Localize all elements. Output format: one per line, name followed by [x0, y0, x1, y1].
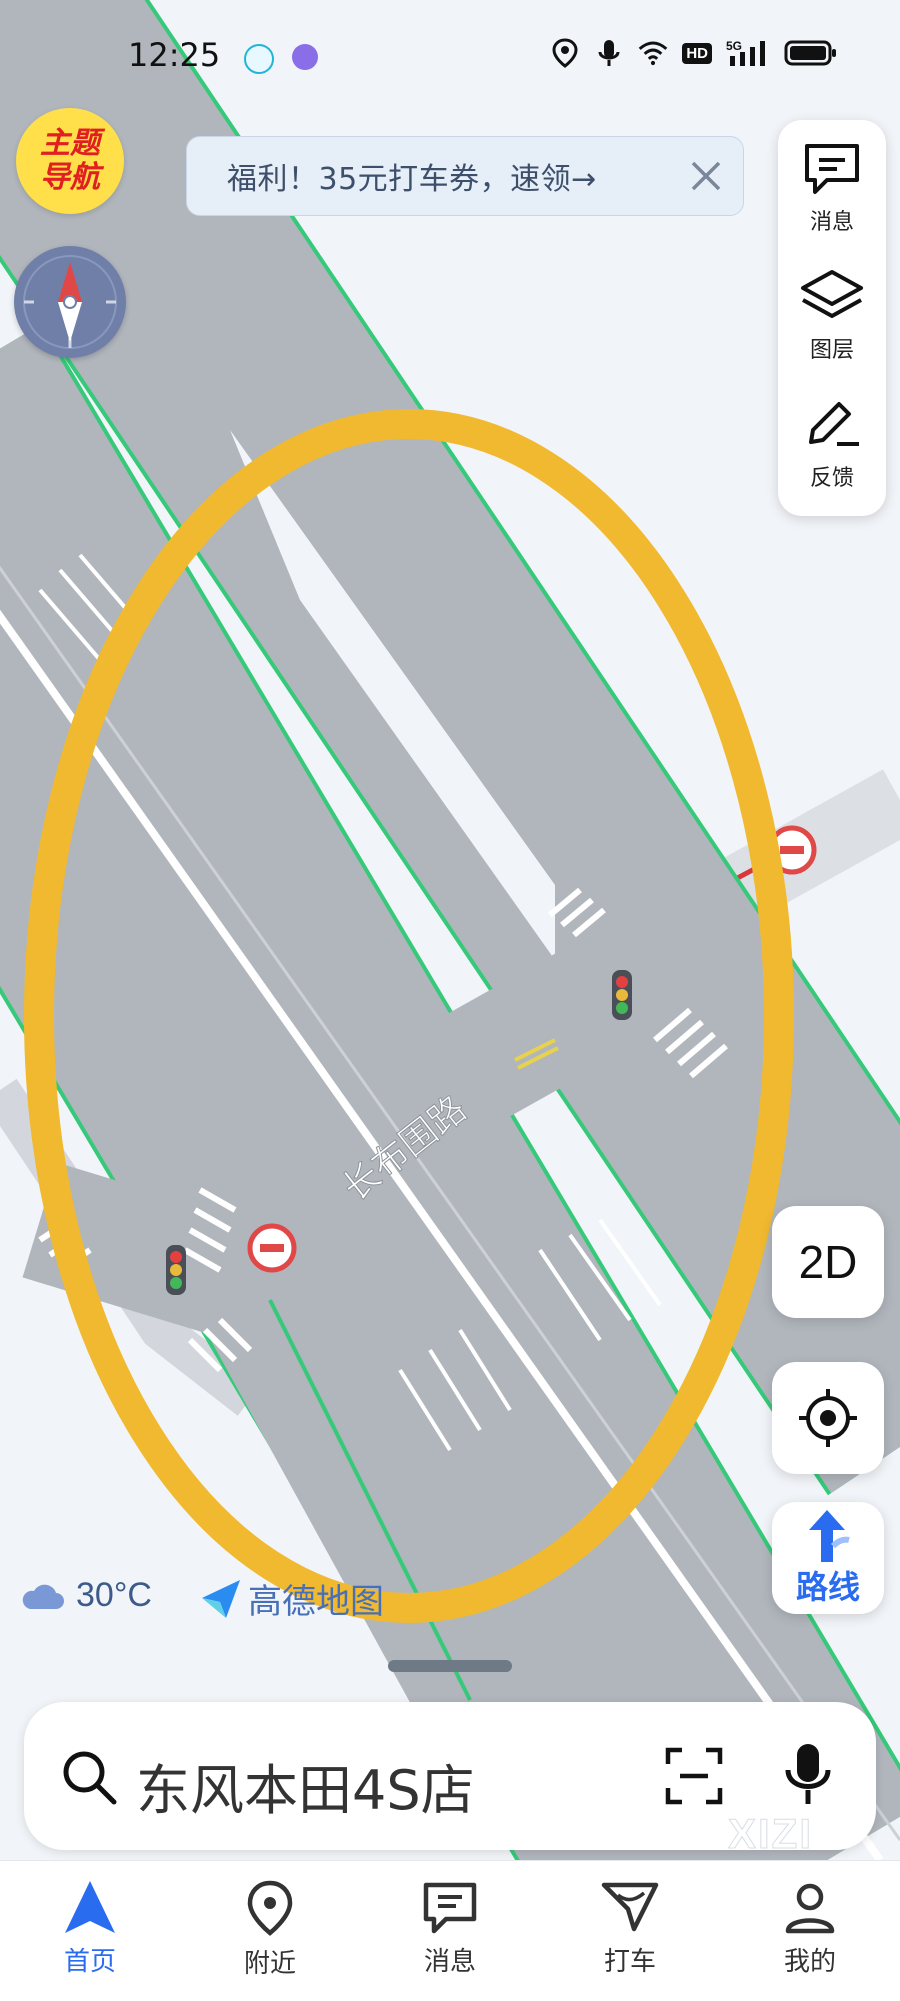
side-feedback-label: 反馈 [809, 466, 854, 491]
tab-taxi[interactable]: 打车 [570, 1879, 690, 1999]
location-icon [550, 38, 580, 68]
side-messages-label: 消息 [809, 210, 854, 235]
search-input[interactable]: 东风本田4S店 [136, 1746, 475, 1825]
view-mode-button[interactable]: 2D [772, 1206, 884, 1318]
status-bar: 12:25 HD 5G [0, 0, 900, 110]
taxi-icon [601, 1882, 659, 1932]
voice-input-icon[interactable] [782, 1740, 834, 1814]
locate-me-button[interactable] [772, 1362, 884, 1474]
svg-text:5G: 5G [726, 39, 742, 53]
app-k-icon [244, 44, 274, 74]
route-button[interactable]: 路线 [772, 1502, 884, 1614]
edit-icon [809, 402, 859, 446]
app-chat-icon [292, 44, 318, 70]
message-icon [423, 1882, 477, 1934]
route-label: 路线 [795, 1568, 860, 1606]
tab-home-label: 首页 [63, 1947, 116, 1977]
tab-home[interactable]: 首页 [30, 1879, 150, 1999]
navigation-arrow-icon [65, 1881, 115, 1933]
close-icon[interactable] [683, 153, 729, 199]
theme-navigation-label: 主题导航 [40, 126, 100, 195]
tab-taxi-label: 打车 [603, 1947, 656, 1977]
layers-icon [801, 270, 863, 318]
weather-widget[interactable]: 30°C [20, 1576, 152, 1615]
side-messages-button[interactable]: 消息 [778, 140, 886, 260]
battery-icon [784, 38, 838, 68]
promo-text: 福利！35元打车券，速领→ [227, 162, 597, 197]
cloud-icon [22, 1584, 64, 1609]
side-layers-label: 图层 [809, 338, 854, 363]
wifi-icon [638, 38, 668, 68]
tab-nearby[interactable]: 附近 [210, 1879, 330, 1999]
weather-temperature: 30°C [76, 1576, 152, 1614]
map-tools-panel: 消息 图层 反馈 [778, 120, 886, 516]
brand-logo: 高德地图 [200, 1574, 384, 1623]
route-arrow-icon [809, 1510, 850, 1562]
tab-nearby-label: 附近 [243, 1949, 296, 1979]
tab-profile-label: 我的 [783, 1947, 836, 1977]
tab-messages[interactable]: 消息 [390, 1879, 510, 1999]
scan-icon[interactable] [664, 1746, 724, 1810]
crosshair-icon [799, 1389, 857, 1447]
brand-name: 高德地图 [248, 1582, 384, 1622]
tab-messages-label: 消息 [423, 1947, 476, 1977]
status-time: 12:25 [128, 36, 221, 74]
view-mode-label: 2D [798, 1236, 858, 1288]
microphone-icon [594, 38, 624, 68]
hd-badge: HD [682, 42, 712, 64]
theme-navigation-badge[interactable]: 主题导航 [16, 108, 124, 214]
signal-5g-icon: 5G [726, 38, 770, 68]
drag-handle[interactable] [388, 1660, 512, 1672]
compass-icon[interactable] [14, 246, 126, 358]
side-layers-button[interactable]: 图层 [778, 268, 886, 388]
message-icon [805, 144, 859, 194]
user-icon [785, 1883, 835, 1934]
search-icon [63, 1751, 117, 1805]
bottom-tab-bar: 首页 附近 消息 打车 我的 [0, 1860, 900, 2001]
side-feedback-button[interactable]: 反馈 [778, 396, 886, 516]
amap-logo-icon [202, 1579, 240, 1618]
promo-banner[interactable]: 福利！35元打车券，速领→ [186, 136, 744, 216]
tab-profile[interactable]: 我的 [750, 1879, 870, 1999]
location-pin-icon [247, 1880, 293, 1936]
watermark: XIZI [727, 1810, 814, 1858]
